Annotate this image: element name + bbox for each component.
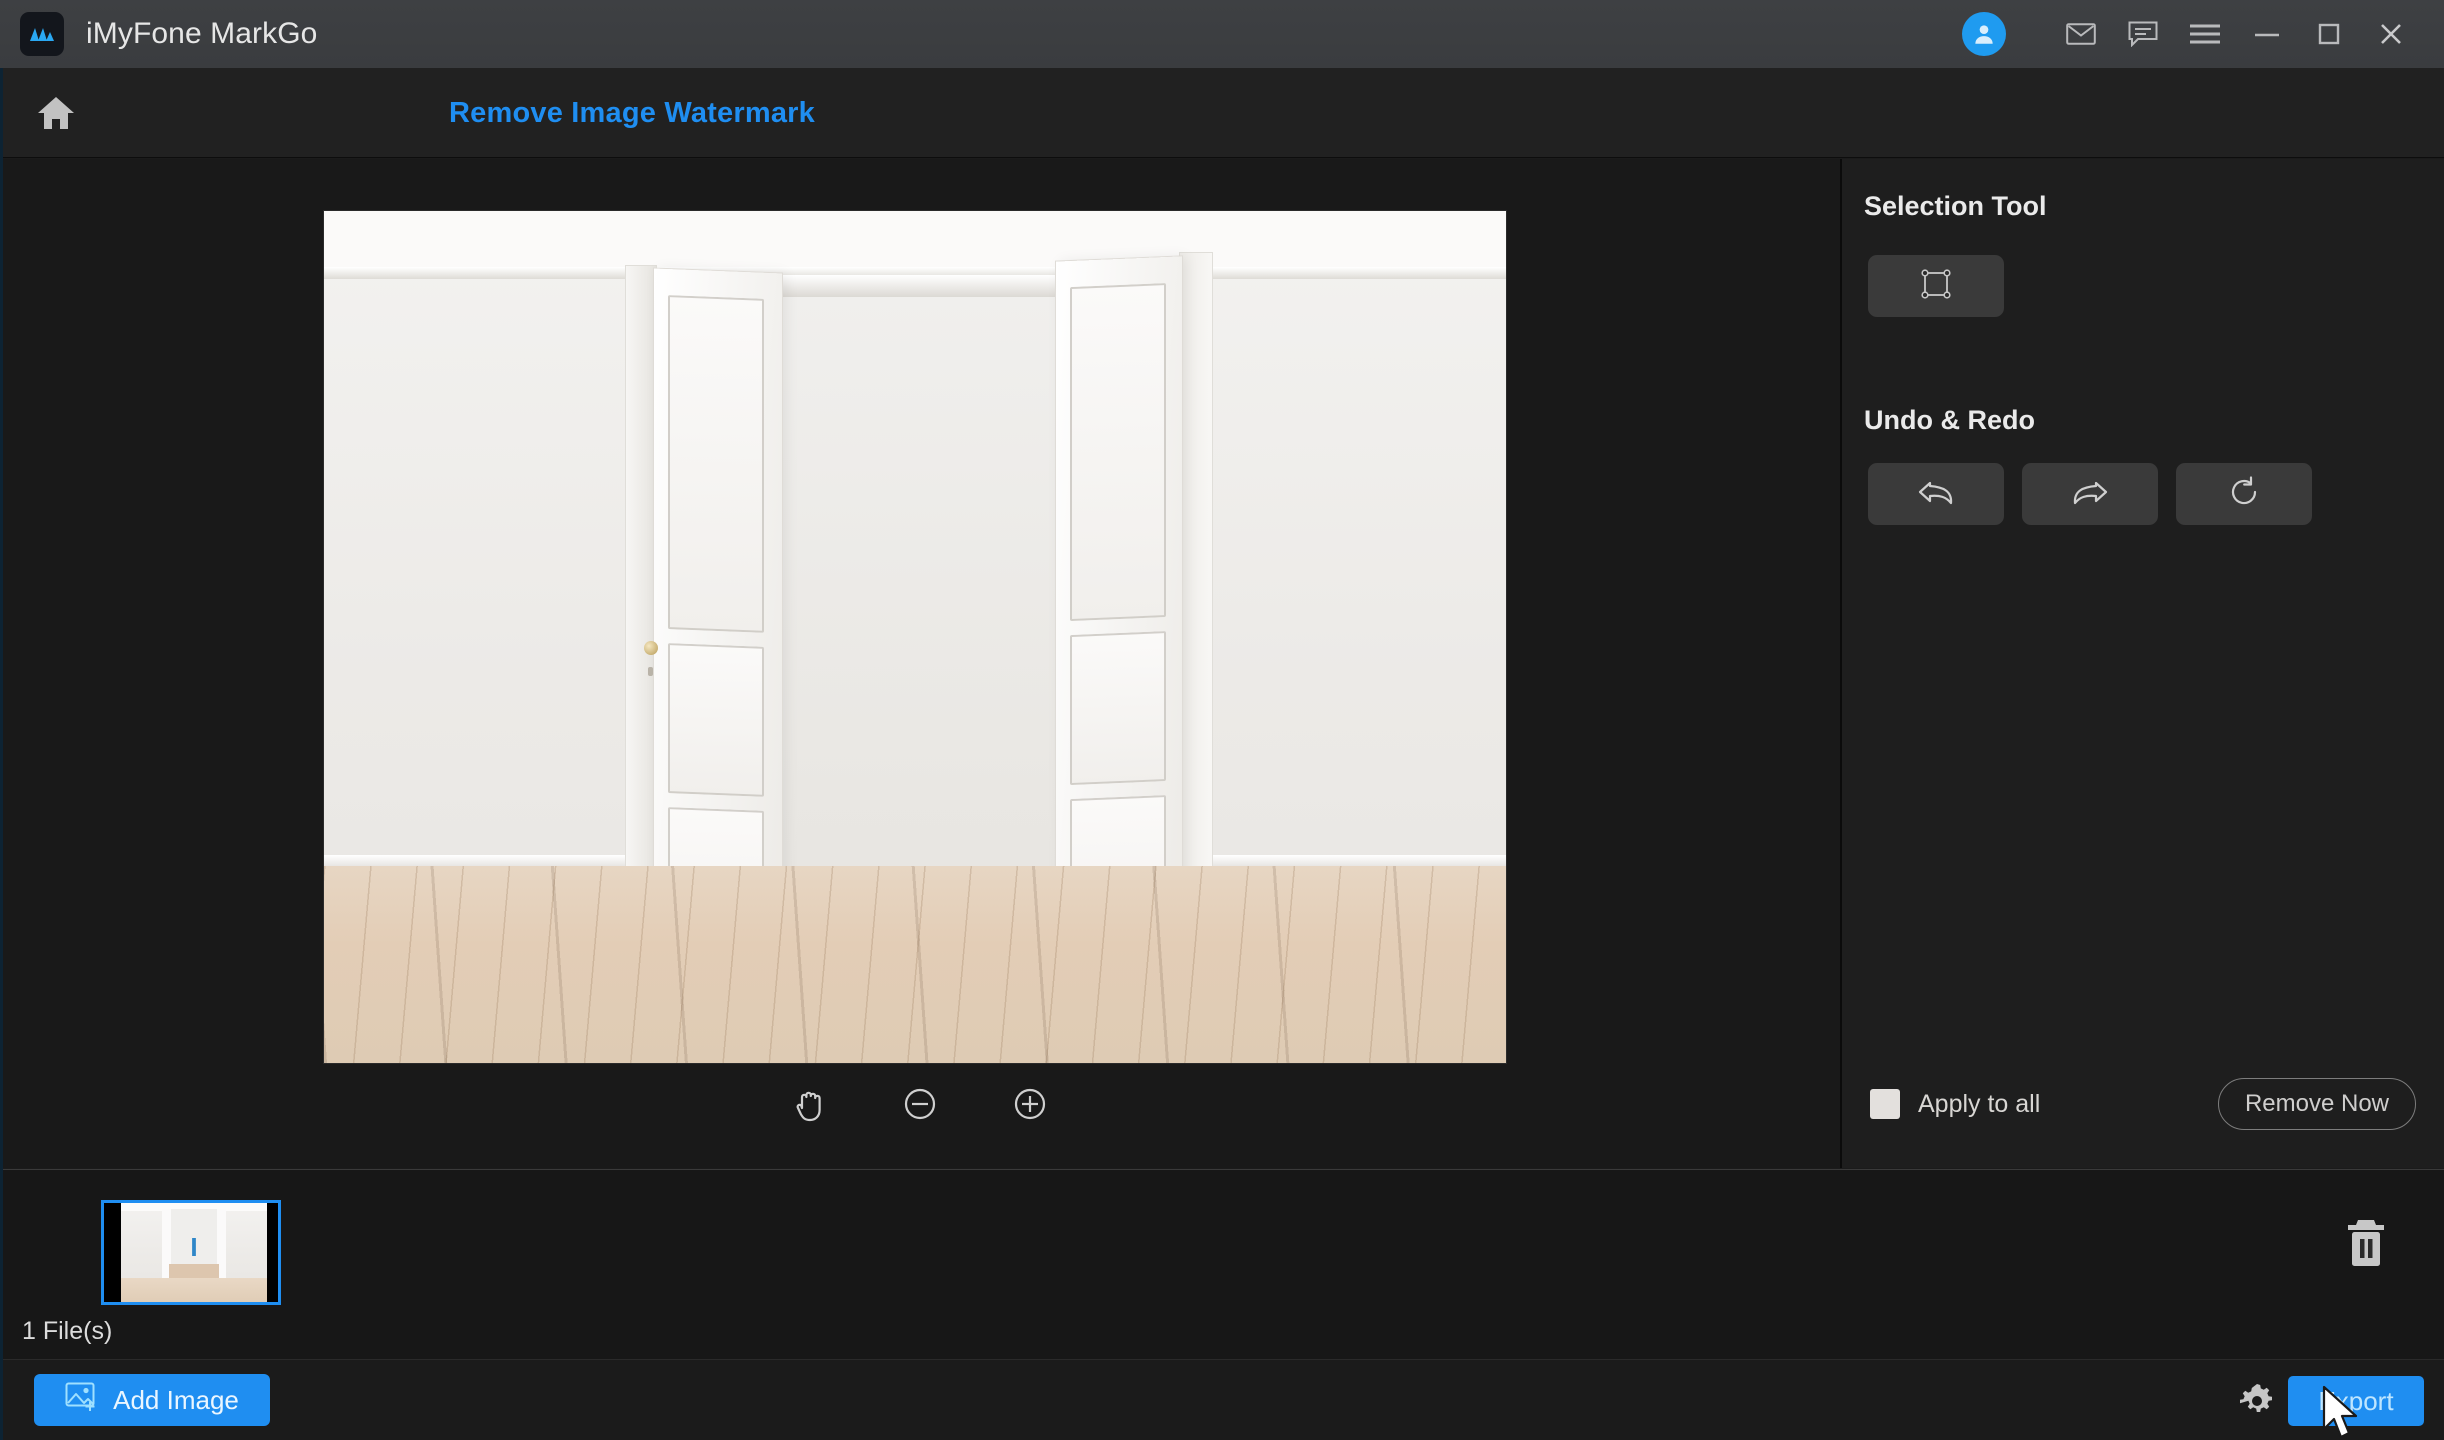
add-image-button[interactable]: Add Image — [34, 1374, 270, 1426]
thumbnail-item[interactable]: I — [101, 1200, 281, 1305]
undo-redo-row — [1868, 463, 2312, 525]
refresh-icon — [2227, 475, 2261, 514]
account-avatar-icon[interactable] — [1962, 12, 2006, 56]
footer-bar: Add Image Export — [0, 1359, 2444, 1440]
maximize-icon[interactable] — [2298, 6, 2360, 62]
app-title: iMyFone MarkGo — [86, 17, 318, 50]
image-canvas-area[interactable] — [0, 159, 1840, 1168]
page-header: Remove Image Watermark — [0, 68, 2444, 158]
file-filmstrip: I 1 File(s) — [0, 1169, 2444, 1359]
sidebar-actions: Apply to all Remove Now — [1842, 1076, 2444, 1132]
redo-arrow-icon — [2070, 475, 2110, 514]
pan-hand-tool[interactable] — [784, 1078, 836, 1130]
apply-to-all-label: Apply to all — [1918, 1089, 2041, 1118]
add-image-label: Add Image — [113, 1384, 239, 1415]
image-preview[interactable] — [324, 211, 1506, 1063]
mail-icon[interactable] — [2050, 6, 2112, 62]
text-cursor-artifact: I — [190, 1231, 198, 1262]
marquee-selection-tool-button[interactable] — [1868, 255, 2004, 317]
home-icon[interactable] — [28, 85, 84, 141]
page-title: Remove Image Watermark — [449, 96, 815, 129]
marquee-selection-icon — [1919, 267, 1953, 306]
markgo-logo-icon — [20, 12, 64, 56]
menu-icon[interactable] — [2174, 6, 2236, 62]
feedback-icon[interactable] — [2112, 6, 2174, 62]
zoom-toolbar — [0, 1069, 1840, 1139]
thumbnail-image: I — [121, 1203, 267, 1302]
reset-button[interactable] — [2176, 463, 2312, 525]
image-plus-icon — [65, 1382, 99, 1419]
zoom-out-button[interactable] — [894, 1078, 946, 1130]
window-controls — [1962, 6, 2444, 62]
close-icon[interactable] — [2360, 6, 2422, 62]
trash-icon[interactable] — [2338, 1212, 2394, 1274]
tool-sidebar: Selection Tool Undo & Redo Apply to all … — [1842, 159, 2444, 1168]
application-window: iMyFone MarkGo Remove Image Watermark Se… — [0, 0, 2444, 1440]
selection-tool-heading: Selection Tool — [1864, 191, 2047, 221]
undo-redo-heading: Undo & Redo — [1864, 405, 2035, 435]
remove-now-button[interactable]: Remove Now — [2217, 1078, 2416, 1130]
title-bar: iMyFone MarkGo — [0, 0, 2444, 68]
undo-button[interactable] — [1868, 463, 2004, 525]
zoom-in-button[interactable] — [1004, 1078, 1056, 1130]
redo-button[interactable] — [2022, 463, 2158, 525]
undo-arrow-icon — [1916, 475, 1956, 514]
room-photo — [324, 211, 1506, 1063]
file-count-label: 1 File(s) — [22, 1317, 113, 1345]
apply-to-all-checkbox[interactable]: Apply to all — [1870, 1089, 2040, 1119]
export-button[interactable]: Export — [2288, 1376, 2424, 1426]
gear-icon[interactable] — [2236, 1380, 2278, 1422]
checkbox-box[interactable] — [1870, 1089, 1900, 1119]
minimize-icon[interactable] — [2236, 6, 2298, 62]
window-left-edge — [0, 68, 3, 1440]
